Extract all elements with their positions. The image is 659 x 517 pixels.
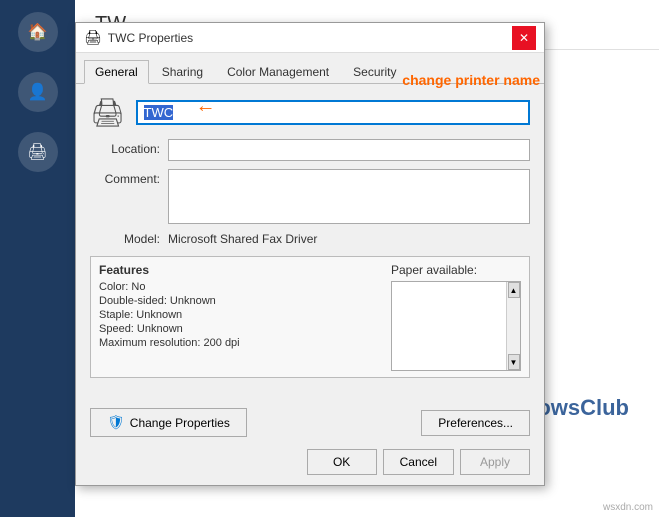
model-value: Microsoft Shared Fax Driver: [168, 232, 317, 246]
ok-button[interactable]: OK: [307, 449, 377, 475]
feature-staple: Staple: Unknown: [99, 309, 379, 321]
apply-button[interactable]: Apply: [460, 449, 530, 475]
feature-double-sided: Double-sided: Unknown: [99, 295, 379, 307]
dialog-footer: 🛡 Change Properties Preferences...: [76, 402, 544, 449]
features-right: Paper available: ▲ ▼: [391, 263, 521, 371]
features-left: Features Color: No Double-sided: Unknown…: [99, 263, 379, 371]
cancel-button[interactable]: Cancel: [383, 449, 454, 475]
feature-color: Color: No: [99, 281, 379, 293]
dialog-titlebar: 🖨 TWC Properties ✕: [76, 23, 544, 53]
feature-max-resolution: Maximum resolution: 200 dpi: [99, 337, 379, 349]
tab-color-management[interactable]: Color Management: [216, 60, 340, 84]
dialog-body: 🖨 change printer name ← Location: Commen…: [76, 84, 544, 402]
preferences-label: Preferences...: [438, 416, 513, 430]
model-label: Model:: [90, 232, 160, 246]
paper-available-label: Paper available:: [391, 263, 521, 277]
comment-row: Comment:: [90, 169, 530, 224]
name-input-wrapper: change printer name ←: [136, 100, 530, 125]
annotation-label: change printer name: [402, 72, 540, 88]
close-button[interactable]: ✕: [512, 26, 536, 50]
change-properties-button[interactable]: 🛡 Change Properties: [90, 408, 247, 437]
wsxdn-watermark: wsxdn.com: [603, 502, 653, 513]
tab-general[interactable]: General: [84, 60, 149, 84]
scrollbar-down-button[interactable]: ▼: [508, 354, 520, 370]
comment-label: Comment:: [90, 169, 160, 186]
change-properties-label: Change Properties: [130, 416, 230, 430]
features-title: Features: [99, 263, 379, 277]
titlebar-left: 🖨 TWC Properties: [84, 29, 193, 46]
action-buttons: OK Cancel Apply: [76, 449, 544, 485]
comment-textarea[interactable]: [168, 169, 530, 224]
location-row: Location:: [90, 139, 530, 161]
tab-security[interactable]: Security: [342, 60, 407, 84]
printer-title-icon: 🖨: [84, 29, 102, 46]
preferences-button[interactable]: Preferences...: [421, 410, 530, 436]
printer-icon-large: 🖨: [90, 96, 126, 129]
scrollbar-up-button[interactable]: ▲: [508, 282, 520, 298]
location-input[interactable]: [168, 139, 530, 161]
paper-scrollbar: ▲ ▼: [506, 282, 520, 370]
features-section: Features Color: No Double-sided: Unknown…: [90, 256, 530, 378]
dialog-title: TWC Properties: [108, 31, 193, 45]
tab-sharing[interactable]: Sharing: [151, 60, 214, 84]
model-row: Model: Microsoft Shared Fax Driver: [90, 232, 530, 246]
annotation-arrow-icon: ←: [196, 95, 216, 118]
dialog-overlay: 🖨 TWC Properties ✕ General Sharing Color…: [0, 0, 659, 517]
shield-icon: 🛡: [107, 414, 125, 431]
printer-name-section: 🖨 change printer name ←: [90, 96, 530, 129]
feature-speed: Speed: Unknown: [99, 323, 379, 335]
location-label: Location:: [90, 139, 160, 156]
window-controls: ✕: [512, 26, 536, 50]
twc-properties-dialog: 🖨 TWC Properties ✕ General Sharing Color…: [75, 22, 545, 486]
paper-list-box[interactable]: ▲ ▼: [391, 281, 521, 371]
